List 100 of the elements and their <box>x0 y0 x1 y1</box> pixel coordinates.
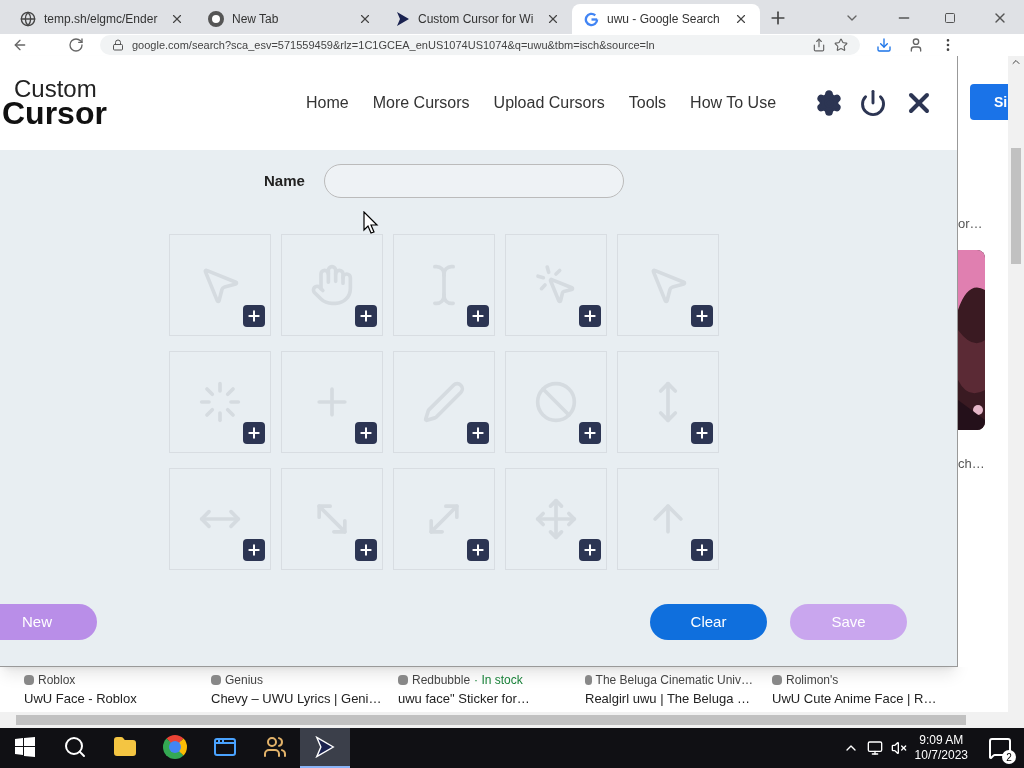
add-badge[interactable] <box>355 305 377 327</box>
browser-tab[interactable]: New Tab <box>196 4 384 34</box>
download-icon[interactable] <box>876 37 892 53</box>
add-badge[interactable] <box>579 539 601 561</box>
result-title[interactable]: UwU Cute Anime Face | R… <box>772 688 940 709</box>
add-badge[interactable] <box>467 305 489 327</box>
add-badge[interactable] <box>243 422 265 444</box>
settings-icon[interactable] <box>815 89 843 117</box>
network-icon[interactable] <box>866 740 883 756</box>
sign-in-button[interactable]: Si <box>970 84 1008 120</box>
cursor-slot[interactable] <box>617 351 719 453</box>
cursor-slot[interactable] <box>393 234 495 336</box>
spinner-icon <box>198 380 242 424</box>
cursor-slot[interactable] <box>281 351 383 453</box>
notification-count: 2 <box>1002 750 1016 764</box>
cursor-slot[interactable] <box>505 468 607 570</box>
browser-tab[interactable]: uwu - Google Search <box>572 4 760 34</box>
browser-tab[interactable]: temp.sh/elgmc/Ender <box>8 4 196 34</box>
result-title[interactable]: Realgirl uwu | The Beluga … <box>585 688 753 709</box>
cursor-slot[interactable] <box>505 234 607 336</box>
plus-icon <box>582 308 598 324</box>
move-icon <box>534 497 578 541</box>
close-icon[interactable] <box>170 12 184 26</box>
ban-icon <box>534 380 578 424</box>
vertical-scrollbar[interactable] <box>1008 56 1024 712</box>
cursor-slot[interactable] <box>393 351 495 453</box>
horizontal-scrollbar[interactable] <box>0 712 1024 728</box>
close-icon[interactable] <box>546 12 560 26</box>
clear-button[interactable]: Clear <box>650 604 767 640</box>
cursor-icon <box>396 11 410 27</box>
caption-text: or… <box>958 215 984 233</box>
result-source: Rolimon's <box>786 671 839 689</box>
plus-icon <box>694 542 710 558</box>
close-icon[interactable] <box>358 12 372 26</box>
add-badge[interactable] <box>579 422 601 444</box>
result-source: The Beluga Cinematic Univ… <box>595 671 753 689</box>
add-badge[interactable] <box>243 305 265 327</box>
cursor-slot[interactable] <box>281 234 383 336</box>
add-badge[interactable] <box>467 422 489 444</box>
taskbar-app[interactable] <box>300 728 350 768</box>
add-badge[interactable] <box>579 305 601 327</box>
pen-icon <box>422 380 466 424</box>
cursor-slot[interactable] <box>505 351 607 453</box>
globe-icon <box>20 11 36 27</box>
result-source: Redbubble <box>412 671 471 689</box>
plus-icon <box>358 308 374 324</box>
notification-button[interactable]: 2 <box>988 736 1012 760</box>
tab-title: temp.sh/elgmc/Ender <box>44 11 159 28</box>
reload-icon[interactable] <box>68 37 84 53</box>
windows-logo-icon <box>15 737 35 757</box>
browser-tab[interactable]: Custom Cursor for Wi <box>384 4 572 34</box>
cursor-slot[interactable] <box>169 234 271 336</box>
result-title[interactable]: Chevy – UWU Lyrics | Geni… <box>211 688 379 709</box>
add-badge[interactable] <box>691 539 713 561</box>
site-favicon <box>211 674 221 685</box>
site-favicon <box>24 674 34 685</box>
plus-icon <box>470 425 486 441</box>
cursor-icon <box>315 736 335 758</box>
nav-link[interactable]: Tools <box>628 91 667 115</box>
google-icon <box>584 11 599 27</box>
power-icon[interactable] <box>859 89 887 117</box>
add-badge[interactable] <box>691 422 713 444</box>
add-badge[interactable] <box>355 539 377 561</box>
cursor-slot[interactable] <box>169 468 271 570</box>
volume-icon[interactable] <box>890 740 907 756</box>
restore-icon[interactable] <box>944 12 956 24</box>
cursor-slot[interactable] <box>617 234 719 336</box>
plus-icon <box>694 308 710 324</box>
caption-text: ch… <box>958 454 986 473</box>
add-badge[interactable] <box>467 539 489 561</box>
nav-link[interactable]: Home <box>306 91 349 115</box>
site-favicon <box>398 674 408 685</box>
share-icon[interactable] <box>812 38 826 52</box>
clock[interactable]: 9:09 AM 10/7/2023 <box>914 733 968 763</box>
close-icon[interactable] <box>734 12 748 26</box>
address-bar[interactable]: google.com/search?sca_esv=571559459&rlz=1C1GCEA_enUS1074US1074&q=uwu&tbm=isch&source=ln <box>100 35 860 55</box>
plus-icon <box>582 542 598 558</box>
nav-link[interactable]: Upload Cursors <box>493 91 605 115</box>
cursor-slot[interactable] <box>169 351 271 453</box>
nav-link[interactable]: How To Use <box>690 91 777 115</box>
add-badge[interactable] <box>243 539 265 561</box>
result-title[interactable]: uwu face" Sticker for… <box>398 688 566 709</box>
scroll-thumb[interactable] <box>1011 148 1021 264</box>
cursor-slot[interactable] <box>281 468 383 570</box>
star-icon[interactable] <box>834 38 848 52</box>
url-text: google.com/search?sca_esv=571559459&rlz=1C1GCEA_enUS1074US1074&q=uwu&tbm=isch&source=ln <box>132 37 655 53</box>
add-badge[interactable] <box>691 305 713 327</box>
profile-icon[interactable] <box>908 37 924 53</box>
plus-icon <box>694 425 710 441</box>
cursor-slot[interactable] <box>393 468 495 570</box>
back-icon[interactable] <box>12 37 28 53</box>
result-title[interactable]: UwU Face - Roblox <box>24 688 192 709</box>
scroll-thumb[interactable] <box>16 715 966 725</box>
name-field[interactable] <box>324 164 624 198</box>
add-badge[interactable] <box>355 422 377 444</box>
tab-title: uwu - Google Search <box>607 11 721 28</box>
cursor-slot[interactable] <box>617 468 719 570</box>
nav-link[interactable]: More Cursors <box>372 91 470 115</box>
plus-icon <box>246 425 262 441</box>
plus-icon <box>470 542 486 558</box>
